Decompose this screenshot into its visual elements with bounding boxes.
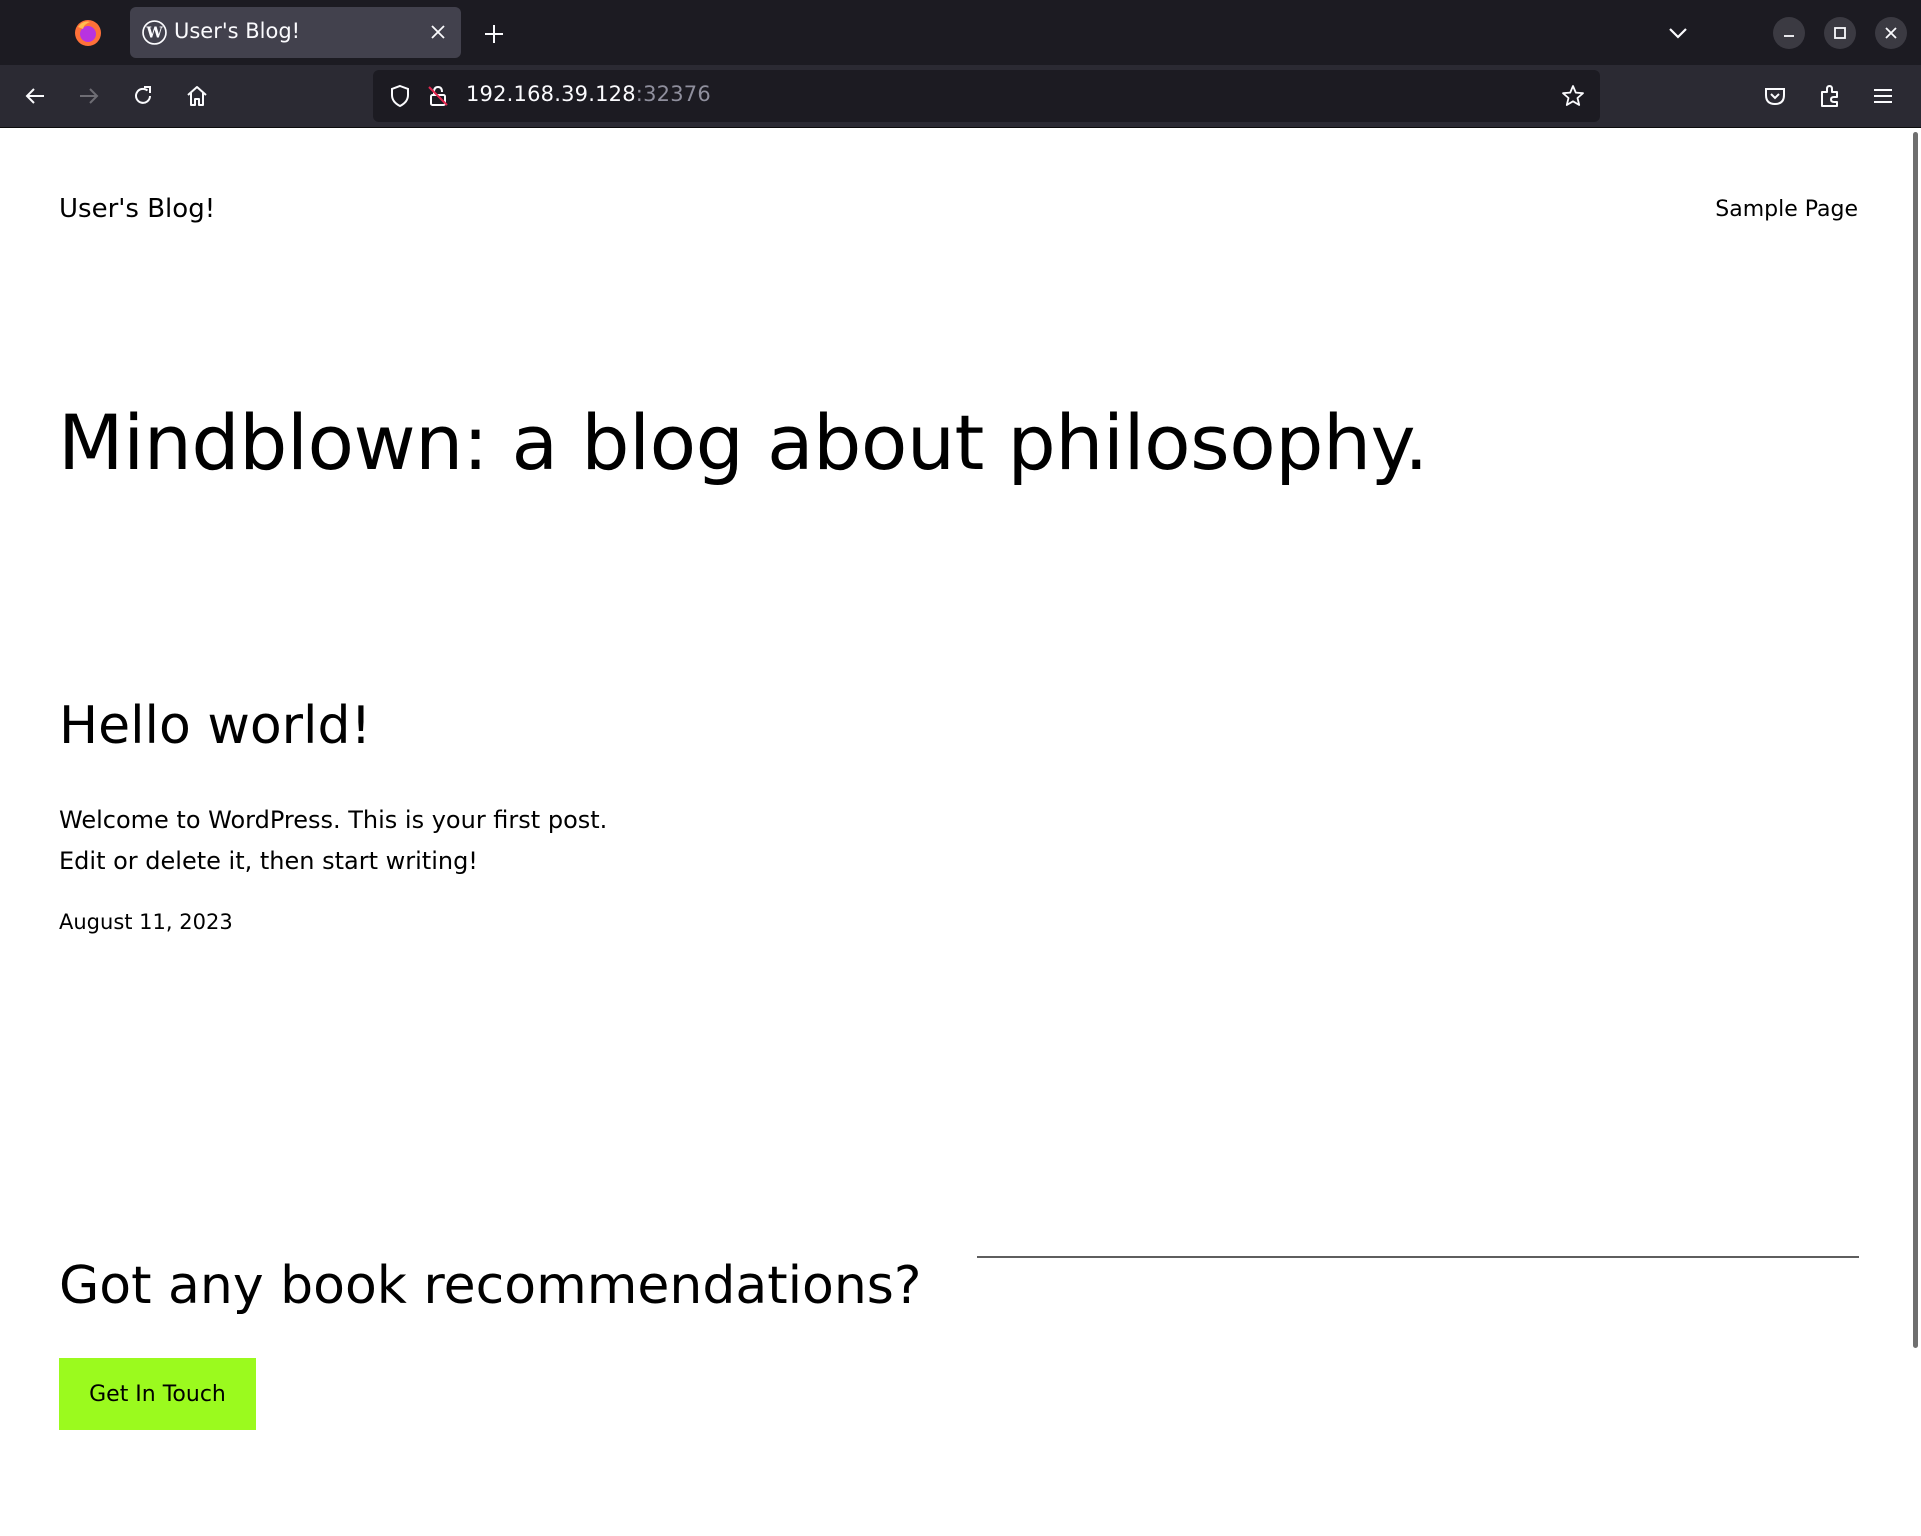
maximize-icon bbox=[1834, 27, 1846, 39]
tab-title: User's Blog! bbox=[174, 19, 301, 43]
chevron-down-icon[interactable] bbox=[1665, 20, 1691, 46]
tab-users-blog[interactable]: W User's Blog! bbox=[130, 7, 461, 58]
svg-text:W: W bbox=[145, 25, 163, 42]
home-icon[interactable] bbox=[184, 83, 210, 109]
wordpress-icon: W bbox=[142, 20, 167, 45]
star-icon[interactable] bbox=[1560, 83, 1586, 109]
hamburger-menu-icon[interactable] bbox=[1870, 83, 1896, 109]
site-title[interactable]: User's Blog! bbox=[59, 194, 215, 224]
cta-heading: Got any book recommendations? bbox=[59, 1256, 922, 1316]
arrow-right-icon[interactable] bbox=[76, 83, 102, 109]
arrow-left-icon[interactable] bbox=[22, 83, 48, 109]
puzzle-icon[interactable] bbox=[1817, 83, 1843, 109]
reload-icon[interactable] bbox=[130, 83, 156, 109]
url-port: :32376 bbox=[635, 82, 711, 106]
scrollbar-thumb[interactable] bbox=[1913, 132, 1918, 1348]
plus-icon[interactable] bbox=[482, 22, 506, 46]
post-excerpt: Welcome to WordPress. This is your first… bbox=[59, 800, 779, 882]
url-host: 192.168.39.128 bbox=[466, 82, 636, 106]
firefox-logo-icon[interactable] bbox=[73, 18, 103, 48]
minimize-icon bbox=[1784, 35, 1794, 37]
address-bar[interactable]: 192.168.39.128:32376 bbox=[373, 70, 1600, 122]
post-excerpt-line: Edit or delete it, then start writing! bbox=[59, 847, 478, 875]
page-scrollbar[interactable] bbox=[1911, 128, 1921, 1536]
minimize-button[interactable] bbox=[1773, 17, 1805, 49]
nav-link-sample-page[interactable]: Sample Page bbox=[1715, 197, 1858, 222]
shield-icon[interactable] bbox=[387, 83, 413, 109]
url-text[interactable]: 192.168.39.128:32376 bbox=[466, 82, 711, 106]
close-icon[interactable] bbox=[427, 21, 449, 43]
browser-toolbar: 192.168.39.128:32376 bbox=[0, 65, 1921, 128]
site-tagline: Mindblown: a blog about philosophy. bbox=[58, 398, 1428, 487]
get-in-touch-button[interactable]: Get In Touch bbox=[59, 1358, 256, 1430]
maximize-button[interactable] bbox=[1824, 17, 1856, 49]
close-icon bbox=[1885, 27, 1897, 39]
post-date: August 11, 2023 bbox=[59, 910, 233, 934]
browser-tab-strip: W User's Blog! bbox=[0, 0, 1921, 65]
lock-strike-icon[interactable] bbox=[425, 83, 451, 109]
post-excerpt-line: Welcome to WordPress. This is your first… bbox=[59, 806, 608, 834]
web-page: User's Blog! Sample Page Mindblown: a bl… bbox=[0, 128, 1910, 1536]
post-title[interactable]: Hello world! bbox=[59, 696, 371, 756]
pocket-icon[interactable] bbox=[1762, 83, 1788, 109]
close-window-button[interactable] bbox=[1875, 17, 1907, 49]
separator-line bbox=[977, 1256, 1859, 1258]
